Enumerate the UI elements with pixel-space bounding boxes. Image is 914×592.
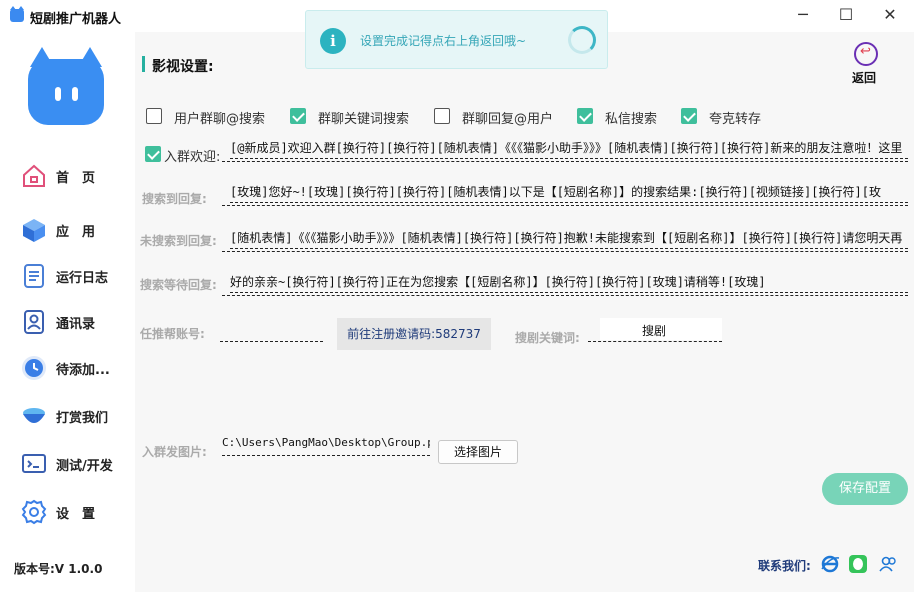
minimize-button[interactable]: ─ [788,4,818,26]
contacts-icon [24,310,44,334]
not-found-reply-underline [222,251,908,252]
sidebar-item-donate[interactable]: 打赏我们 [14,396,124,436]
save-config-button[interactable]: 保存配置 [822,473,908,505]
maximize-button[interactable]: ☐ [831,4,861,26]
keyword-underline [588,341,722,342]
terminal-icon [22,454,46,473]
waiting-reply-input[interactable]: 好的亲亲~[换行符][换行符]正在为您搜索【[短剧名称]】[换行符][换行符][… [230,273,908,293]
version-label: 版本号:V 1.0.0 [14,562,103,576]
waiting-reply-underline [222,295,908,296]
section-title: 影视设置: [152,59,214,75]
sidebar-item-label: 待添加... [56,363,110,378]
search-reply-input[interactable]: [玫瑰]您好~![玫瑰][换行符][换行符][随机表情]以下是【[短剧名称]】的… [230,183,908,203]
promo-account-input[interactable] [220,322,323,342]
user-group-icon[interactable] [878,554,898,574]
back-label: 返回 [852,71,877,85]
qq-icon[interactable] [848,554,868,574]
promo-account-label: 任推帮账号: [140,327,205,341]
checkbox[interactable] [434,108,450,124]
app-icon [10,6,24,22]
invite-code-button[interactable]: 前往注册邀请码:582737 [337,318,491,350]
sidebar-item-label: 首 页 [56,171,96,186]
checkbox[interactable] [681,108,697,124]
checkbox[interactable] [145,146,161,162]
search-reply-underline [222,205,908,206]
waiting-reply-label: 搜索等待回复: [140,278,217,292]
sidebar-item-home[interactable]: 首 页 [14,156,124,196]
gear-icon [21,499,47,525]
option-label: 私信搜索 [605,112,658,127]
sidebar: 首 页 应 用 运行日志 通讯录 待添加... 打赏我们 测试/开发 设 置 版… [0,32,135,592]
close-button[interactable]: ✕ [875,4,905,26]
sidebar-item-label: 测试/开发 [56,459,113,474]
log-icon [24,264,44,288]
sidebar-item-label: 设 置 [56,507,96,522]
checkbox[interactable] [146,108,162,124]
sidebar-item-log[interactable]: 运行日志 [14,256,124,296]
search-reply-label: 搜索到回复: [142,192,207,206]
welcome-label: 入群欢迎: [164,150,221,165]
back-button[interactable]: 返回 [848,42,884,86]
welcome-message-input[interactable]: [@新成员]欢迎入群[换行符][换行符][随机表情]《《《猫影小助手》》》[随机… [230,139,908,159]
app-title: 短剧推广机器人 [30,12,122,27]
welcome-underline [222,161,908,162]
ie-icon[interactable] [820,554,840,574]
option-label: 群聊关键词搜索 [318,112,410,127]
sidebar-item-dev[interactable]: 测试/开发 [14,444,124,484]
cat-logo-icon [28,47,104,125]
keyword-value: 搜剧 [642,324,667,338]
option-label: 用户群聊@搜索 [174,112,266,127]
section-accent-bar [142,56,145,72]
sidebar-item-label: 通讯录 [56,317,96,332]
checkbox[interactable] [290,108,306,124]
contact-label: 联系我们: [758,559,811,573]
loading-spinner-icon [568,26,596,54]
clock-icon [22,356,46,380]
checkbox[interactable] [577,108,593,124]
info-icon: i [320,28,346,54]
option-label: 夸克转存 [709,112,762,127]
sidebar-item-label: 打赏我们 [56,411,109,426]
sidebar-item-label: 运行日志 [56,271,109,286]
sidebar-item-settings[interactable]: 设 置 [14,492,124,532]
keyword-label: 搜剧关键词: [515,331,580,345]
sidebar-item-contacts[interactable]: 通讯录 [14,302,124,342]
toast-notification: i 设置完成记得点右上角返回哦~ [305,10,608,69]
toast-message: 设置完成记得点右上角返回哦~ [360,34,527,48]
donate-icon [23,408,45,423]
sidebar-item-label: 应 用 [56,225,96,240]
pick-image-button[interactable]: 选择图片 [438,440,518,464]
return-icon [854,42,878,66]
sidebar-item-apps[interactable]: 应 用 [14,210,124,250]
home-icon [23,164,45,187]
not-found-reply-label: 未搜索到回复: [140,234,217,248]
image-path-input[interactable]: C:\Users\PangMao\Desktop\Group.png [222,436,430,456]
option-label: 群聊回复@用户 [462,112,554,127]
group-image-label: 入群发图片: [142,445,207,459]
not-found-reply-input[interactable]: [随机表情]《《《猫影小助手》》》[随机表情][换行符][换行符]抱歉!未能搜索… [230,229,908,249]
cube-icon [23,219,45,242]
sidebar-item-pending[interactable]: 待添加... [14,348,124,388]
